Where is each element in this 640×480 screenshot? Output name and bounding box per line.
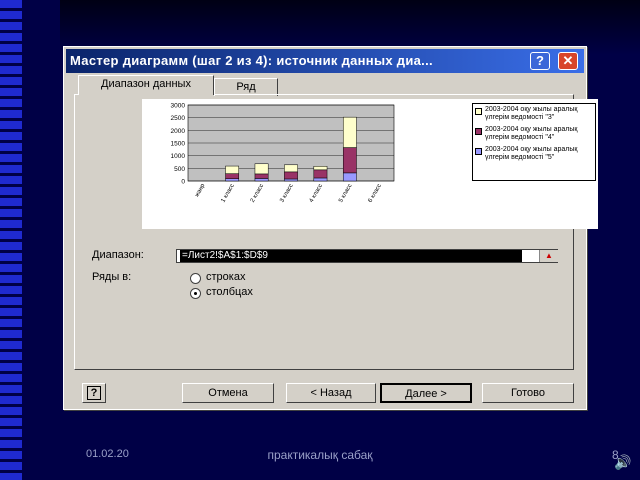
rows-option-label[interactable]: строках (206, 271, 245, 283)
slide-footer-title: практикалық сабақ (267, 448, 373, 462)
bar-segment (313, 166, 328, 171)
x-tick-label: 1 класс (220, 183, 235, 204)
legend-item: 2003-2004 оқу жылы аралық үлгерім ведомо… (475, 106, 593, 122)
bar-segment (313, 169, 328, 179)
question-icon: ? (536, 53, 544, 68)
bar-segment (342, 147, 357, 174)
bar-segment (342, 116, 357, 148)
help-title-button[interactable]: ? (530, 52, 550, 70)
collapse-dialog-icon[interactable]: ▲ (539, 250, 558, 262)
bar-segment (225, 178, 240, 182)
finish-button[interactable]: Готово (482, 383, 574, 403)
chart-legend: 2003-2004 оқу жылы аралық үлгерім ведомо… (472, 103, 596, 181)
chart-preview-plot: 0 500 1000 1500 2000 2500 3000 жанр 1 класс 2 кла… (171, 103, 395, 204)
close-icon: ✕ (562, 53, 574, 68)
bar-segment (284, 171, 298, 180)
x-tick-label: 3 класс (279, 183, 294, 204)
chart-wizard-dialog: Мастер диаграмм (шаг 2 из 4): источник д… (63, 46, 598, 410)
range-input[interactable]: =Лист2!$A$1:$D$9 ▲ (176, 249, 558, 263)
y-tick-label: 500 (174, 166, 185, 173)
range-label: Диапазон: (92, 249, 144, 261)
bar-segment (254, 163, 269, 175)
tab-data-range[interactable]: Диапазон данных (78, 75, 214, 95)
chart-preview: 0 500 1000 1500 2000 2500 3000 жанр 1 класс 2 кла… (142, 99, 598, 229)
y-tick-label: 2500 (171, 115, 186, 122)
legend-label: 2003-2004 оқу жылы аралық үлгерім ведомо… (485, 146, 578, 161)
speaker-icon[interactable]: 🔊 (614, 454, 631, 471)
y-tick-label: 3000 (171, 103, 186, 110)
x-tick-label: 6 класс (368, 183, 383, 204)
left-decor-squares (0, 0, 22, 480)
legend-swatch (475, 128, 482, 135)
bar-segment (284, 178, 298, 182)
y-tick-label: 0 (181, 179, 185, 186)
x-tick-label: 5 класс (338, 183, 353, 204)
y-tick-label: 1000 (171, 153, 186, 160)
y-tick-label: 1500 (171, 141, 186, 148)
x-tick-label: 4 класс (309, 183, 324, 204)
bar-segment (254, 173, 269, 179)
bar-segment (313, 177, 328, 182)
back-button[interactable]: < Назад (286, 383, 376, 403)
help-question-icon: ? (87, 386, 101, 400)
bar-segment (284, 164, 298, 173)
legend-swatch (475, 108, 482, 115)
legend-swatch (475, 148, 482, 155)
bar-segment (342, 172, 357, 182)
y-tick-label: 2000 (171, 128, 186, 135)
dialog-titlebar: Мастер диаграмм (шаг 2 из 4): источник д… (66, 49, 584, 73)
legend-label: 2003-2004 оқу жылы аралық үлгерім ведомо… (485, 126, 578, 141)
legend-item: 2003-2004 оқу жылы аралық үлгерім ведомо… (475, 146, 593, 162)
series-in-label: Ряды в: (92, 271, 132, 283)
cancel-button[interactable]: Отмена (182, 383, 274, 403)
bar-segment (225, 173, 240, 179)
legend-item: 2003-2004 оқу жылы аралық үлгерім ведомо… (475, 126, 593, 142)
bar-segment (254, 178, 269, 182)
radio-rows[interactable] (190, 273, 201, 284)
help-button[interactable]: ? (82, 383, 106, 403)
x-tick-label: 2 класс (250, 183, 265, 204)
legend-label: 2003-2004 оқу жылы аралық үлгерім ведомо… (485, 106, 578, 121)
bar-segment (225, 165, 240, 174)
close-button[interactable]: ✕ (558, 52, 578, 70)
dialog-title: Мастер диаграмм (шаг 2 из 4): источник д… (70, 53, 433, 68)
columns-option-label[interactable]: столбцах (206, 286, 253, 298)
x-tick-label: жанр (194, 182, 207, 198)
range-value: =Лист2!$A$1:$D$9 (180, 250, 522, 262)
next-button[interactable]: Далее > (380, 383, 472, 403)
radio-columns[interactable] (190, 288, 201, 299)
